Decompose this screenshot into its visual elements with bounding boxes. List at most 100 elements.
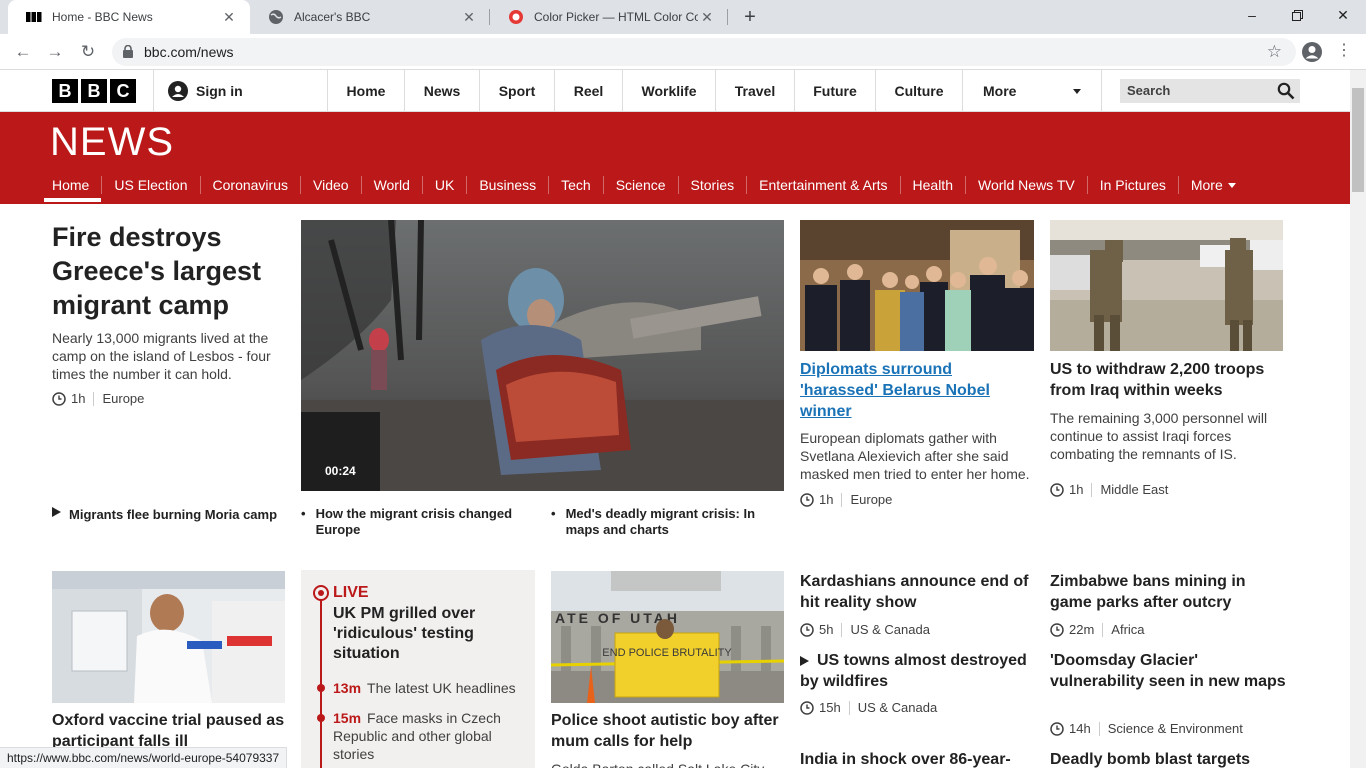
- utah-story-summary: Golda Barton called Salt Lake City: [551, 760, 781, 768]
- live-indicator-icon: [313, 585, 329, 601]
- tab-color-picker[interactable]: Color Picker — HTML Color Codes ✕: [490, 0, 728, 34]
- section-link[interactable]: Science & Environment: [1108, 721, 1243, 736]
- related-link[interactable]: • Med's deadly migrant crisis: In maps a…: [551, 506, 781, 538]
- section-link[interactable]: Africa: [1111, 622, 1144, 637]
- section-link[interactable]: Europe: [102, 391, 144, 406]
- sign-in-button[interactable]: Sign in: [153, 70, 328, 112]
- bullet-dot: •: [551, 506, 556, 521]
- related-link[interactable]: • How the migrant crisis changed Europe: [301, 506, 531, 538]
- reload-icon[interactable]: ↻: [76, 40, 100, 64]
- oxford-story-headline[interactable]: Oxford vaccine trial paused as participa…: [52, 710, 292, 752]
- subnav-uk[interactable]: UK: [421, 176, 466, 194]
- menu-kebab-icon[interactable]: ⋮: [1336, 40, 1352, 60]
- live-entry[interactable]: 15m Face masks in Czech Republic and othe…: [333, 709, 528, 763]
- related-link-video[interactable]: Migrants flee burning Moria camp: [52, 507, 292, 523]
- play-icon: [52, 507, 61, 517]
- topnav-home[interactable]: Home: [328, 70, 405, 112]
- subnav-tech[interactable]: Tech: [548, 176, 603, 194]
- address-bar[interactable]: bbc.com/news ☆: [112, 38, 1296, 66]
- wildfires-story-headline[interactable]: US towns almost destroyed by wildfires: [800, 650, 1036, 692]
- new-tab-button[interactable]: +: [738, 5, 762, 29]
- subnav-home[interactable]: Home: [44, 176, 102, 202]
- related-link-label: How the migrant crisis changed Europe: [315, 506, 513, 537]
- belarus-story-headline[interactable]: Diplomats surround 'harassed' Belarus No…: [800, 359, 1020, 422]
- color-picker-favicon: [508, 9, 524, 25]
- more-label: More: [983, 83, 1017, 99]
- maximize-button[interactable]: [1274, 0, 1320, 30]
- glacier-story-meta: 14h Science & Environment: [1050, 721, 1243, 736]
- tab-alcacers-bbc[interactable]: Alcacer's BBC ✕: [250, 0, 490, 34]
- bbc-search-field[interactable]: Search: [1120, 79, 1300, 103]
- bbc-global-bar: B B C Sign in Home News Sport Reel Workl…: [0, 70, 1350, 112]
- back-arrow-icon[interactable]: ←: [11, 40, 35, 64]
- bookmark-star-icon[interactable]: ☆: [1267, 42, 1282, 62]
- browser-toolbar: ← → ↻ bbc.com/news ☆ ⋮: [0, 34, 1366, 70]
- section-link[interactable]: US & Canada: [858, 700, 938, 715]
- topnav-culture[interactable]: Culture: [876, 70, 963, 112]
- topnav-more[interactable]: More: [963, 70, 1102, 112]
- clock-icon: [800, 492, 814, 507]
- scrollbar-thumb[interactable]: [1352, 88, 1364, 192]
- zimbabwe-story-headline[interactable]: Zimbabwe bans mining in game parks after…: [1050, 571, 1286, 613]
- iraq-story-image[interactable]: [1050, 220, 1283, 351]
- page-scrollbar[interactable]: [1350, 70, 1366, 768]
- utah-story-headline[interactable]: Police shoot autistic boy after mum call…: [551, 710, 784, 752]
- lead-story-headline[interactable]: Fire destroys Greece's largest migrant c…: [52, 220, 282, 322]
- video-duration: 00:24: [325, 464, 356, 478]
- minimize-button[interactable]: –: [1229, 0, 1275, 30]
- glacier-story-headline[interactable]: 'Doomsday Glacier' vulnerability seen in…: [1050, 650, 1286, 692]
- kardashians-story-headline[interactable]: Kardashians announce end of hit reality …: [800, 571, 1036, 613]
- iraq-story-headline[interactable]: US to withdraw 2,200 troops from Iraq wi…: [1050, 359, 1280, 401]
- lead-story-meta: 1h Europe: [52, 391, 144, 406]
- subnav-health[interactable]: Health: [899, 176, 965, 194]
- live-page-card[interactable]: LIVE UK PM grilled over 'ridiculous' tes…: [301, 570, 535, 768]
- play-icon: [800, 655, 809, 666]
- topnav-news[interactable]: News: [405, 70, 480, 112]
- topnav-future[interactable]: Future: [795, 70, 876, 112]
- topnav-travel[interactable]: Travel: [716, 70, 795, 112]
- close-tab-icon[interactable]: ✕: [220, 9, 238, 26]
- clock-icon: [1050, 721, 1064, 736]
- topnav-sport[interactable]: Sport: [480, 70, 555, 112]
- topnav-reel[interactable]: Reel: [555, 70, 623, 112]
- tab-bbc-news[interactable]: Home - BBC News ✕: [8, 0, 250, 34]
- live-entry[interactable]: 13m The latest UK headlines: [333, 679, 528, 697]
- subnav-entertainment-arts[interactable]: Entertainment & Arts: [746, 176, 899, 194]
- forward-arrow-icon[interactable]: →: [43, 40, 67, 64]
- link-status-bar: https://www.bbc.com/news/world-europe-54…: [0, 747, 288, 768]
- belarus-story-summary: European diplomats gather with Svetlana …: [800, 430, 1030, 482]
- subnav-world[interactable]: World: [360, 176, 422, 194]
- news-logo[interactable]: NEWS: [50, 120, 174, 165]
- profile-avatar-icon[interactable]: [1301, 41, 1323, 63]
- close-tab-icon[interactable]: ✕: [698, 9, 716, 26]
- utah-story-image[interactable]: ATE OF UTAH END POLICE BRUTALITY: [551, 571, 784, 703]
- section-link[interactable]: Middle East: [1100, 482, 1168, 497]
- live-label: LIVE: [333, 584, 369, 601]
- close-window-button[interactable]: ✕: [1320, 0, 1366, 30]
- close-tab-icon[interactable]: ✕: [460, 9, 478, 26]
- subnav-in-pictures[interactable]: In Pictures: [1086, 176, 1178, 194]
- search-icon[interactable]: [1277, 82, 1295, 100]
- live-headline[interactable]: UK PM grilled over 'ridiculous' testing …: [333, 604, 528, 664]
- subnav-more[interactable]: More: [1177, 176, 1248, 194]
- user-icon: [168, 81, 188, 101]
- section-link[interactable]: US & Canada: [850, 622, 930, 637]
- bomb-story-headline[interactable]: Deadly bomb blast targets: [1050, 749, 1286, 768]
- subnav-coronavirus[interactable]: Coronavirus: [199, 176, 300, 194]
- india-story-headline[interactable]: India in shock over 86-year-: [800, 749, 1036, 768]
- belarus-story-image[interactable]: [800, 220, 1034, 351]
- related-link-label: Migrants flee burning Moria camp: [69, 507, 278, 522]
- topnav-worklife[interactable]: Worklife: [623, 70, 716, 112]
- subnav-stories[interactable]: Stories: [677, 176, 747, 194]
- section-link[interactable]: Europe: [850, 492, 892, 507]
- lead-story-video-thumbnail[interactable]: 00:24: [301, 220, 784, 491]
- subnav-video[interactable]: Video: [300, 176, 361, 194]
- subnav-science[interactable]: Science: [602, 176, 678, 194]
- oxford-story-image[interactable]: [52, 571, 285, 703]
- iraq-story-meta: 1h Middle East: [1050, 482, 1168, 497]
- bbc-logo[interactable]: B B C: [52, 79, 136, 103]
- subnav-us-election[interactable]: US Election: [101, 176, 199, 194]
- subnav-world-news-tv[interactable]: World News TV: [964, 176, 1087, 194]
- clock-icon: [1050, 482, 1064, 497]
- subnav-business[interactable]: Business: [466, 176, 548, 194]
